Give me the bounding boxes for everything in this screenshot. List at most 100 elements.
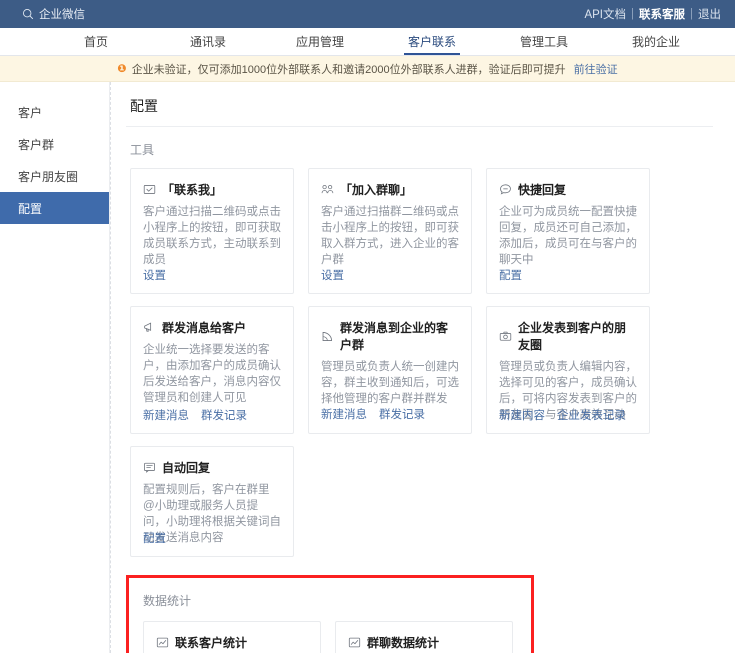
brand-label: 企业微信	[39, 9, 85, 21]
nav-label: 客户联系	[407, 35, 456, 49]
card-links: 配置	[499, 267, 522, 283]
camera-icon	[499, 330, 512, 343]
nav-label: 应用管理	[295, 35, 344, 49]
verification-notice-bar: ❶ 企业未验证，仅可添加1000位外部联系人和邀请2000位外部联系人进群，验证…	[0, 56, 735, 82]
configure-link[interactable]: 配置	[499, 267, 522, 283]
card-links: 新建消息 群发记录	[321, 406, 459, 422]
card-header: 「加入群聊」	[321, 181, 459, 198]
card-title: 群发消息给客户	[162, 321, 247, 335]
tools-section-label: 工具	[130, 143, 155, 157]
sidebar-item-customer-group[interactable]: 客户群	[0, 128, 109, 160]
topbar-links: API文档 | 联系客服 | 退出	[584, 6, 721, 22]
card-links: 设置	[321, 267, 459, 283]
sidebar-item-label: 客户朋友圈	[18, 169, 79, 184]
card-publish-to-customer-moments[interactable]: 企业发表到客户的朋友圈 管理员或负责人编辑内容，选择可见的客户，成员确认后，可将…	[486, 306, 650, 434]
statistics-card-grid: 联系客户统计 可查看成员联系客户的行为数据，包括成员聊天数、发送消息数等 进入	[141, 621, 519, 653]
card-title: 企业发表到客户的朋友圈	[518, 321, 627, 352]
mass-send-records-link[interactable]: 群发记录	[379, 406, 425, 422]
card-quick-reply[interactable]: 快捷回复 企业可为成员统一配置快捷回复，成员还可自己添加，添加后，成员可在与客户…	[486, 168, 650, 294]
publish-records-link[interactable]: 企业发表记录	[557, 407, 626, 423]
statistics-section-label: 数据统计	[143, 594, 192, 608]
title-divider	[126, 126, 713, 127]
nav-label: 我的企业	[631, 35, 680, 49]
configure-link[interactable]: 配置	[143, 530, 166, 546]
card-customer-contact-statistics[interactable]: 联系客户统计 可查看成员联系客户的行为数据，包括成员聊天数、发送消息数等 进入	[143, 621, 321, 653]
card-mass-message-to-customers[interactable]: 群发消息给客户 企业统一选择要发送的客户，由添加客户的成员确认后发送给客户，消息…	[130, 306, 294, 434]
mass-send-records-link[interactable]: 群发记录	[201, 407, 247, 423]
card-links: 新建内容 企业发表记录	[499, 407, 626, 423]
body-wrapper: 客户 客户群 客户朋友圈 配置 配置 工具 「联系我」 客户通过扫描二维码或点击…	[0, 82, 735, 653]
contact-support-link[interactable]: 联系客服	[639, 6, 685, 22]
card-links: 设置	[143, 267, 281, 283]
card-title: 快捷回复	[518, 183, 567, 197]
card-header: 群发消息给客户	[143, 319, 281, 336]
sidebar-item-customer[interactable]: 客户	[0, 96, 109, 128]
contact-card-icon	[143, 183, 156, 196]
logout-link[interactable]: 退出	[698, 6, 721, 22]
card-title: 联系客户统计	[175, 636, 248, 650]
card-mass-message-to-groups[interactable]: 群发消息到企业的客户群 管理员或负责人统一创建内容，群主收到通知后，可选择他管理…	[308, 306, 472, 434]
sidebar-item-configuration[interactable]: 配置	[0, 192, 109, 224]
card-description: 管理员或负责人统一创建内容，群主收到通知后，可选择他管理的客户群并群发	[321, 361, 459, 405]
new-content-link[interactable]: 新建内容	[499, 407, 545, 423]
card-header: 快捷回复	[499, 181, 637, 198]
card-group-chat-statistics[interactable]: 群聊数据统计 可查看客户群的相关数据，包括群聊总数、群成员总数、群聊消息总数等 …	[335, 621, 513, 653]
card-header: 联系客户统计	[156, 634, 308, 651]
card-join-group-chat[interactable]: 「加入群聊」 客户通过扫描群二维码或点击小程序上的按钮，即可获取入群方式，进入企…	[308, 168, 472, 294]
card-header: 企业发表到客户的朋友圈	[499, 319, 637, 353]
main-navigation: 首页 通讯录 应用管理 客户联系 管理工具 我的企业	[0, 28, 735, 56]
page-title: 配置	[130, 98, 158, 114]
go-verify-link[interactable]: 前往验证	[574, 61, 618, 77]
left-sidebar: 客户 客户群 客户朋友圈 配置	[0, 82, 110, 653]
app-root: 企业微信 API文档 | 联系客服 | 退出 首页 通讯录 应用管理 客户联系 …	[0, 0, 735, 653]
card-description: 企业可为成员统一配置快捷回复，成员还可自己添加，添加后，成员可在与客户的聊天中	[499, 206, 637, 266]
card-auto-reply[interactable]: 自动回复 配置规则后，客户在群里@小助理或服务人员提问，小助理将根据关键词自动发…	[130, 446, 294, 557]
card-links: 新建消息 群发记录	[143, 407, 247, 423]
settings-link[interactable]: 设置	[321, 267, 344, 283]
sidebar-item-label: 配置	[18, 201, 43, 216]
chat-bubble-search-icon	[22, 8, 35, 21]
card-header: 「联系我」	[143, 181, 281, 198]
card-description: 企业统一选择要发送的客户，由添加客户的成员确认后发送给客户，消息内容仅管理员和创…	[143, 344, 281, 404]
quick-reply-icon	[499, 183, 512, 196]
card-contact-me[interactable]: 「联系我」 客户通过扫描二维码或点击小程序上的按钮，即可获取成员联系方式，主动联…	[130, 168, 294, 294]
card-header: 自动回复	[143, 459, 281, 476]
card-description: 客户通过扫描二维码或点击小程序上的按钮，即可获取成员联系方式，主动联系到成员	[143, 206, 281, 266]
brand-logo[interactable]: 企业微信	[22, 6, 85, 22]
new-message-link[interactable]: 新建消息	[321, 406, 367, 422]
link-separator: |	[690, 8, 693, 20]
nav-tab-home[interactable]: 首页	[40, 28, 152, 55]
chart-line-icon	[156, 636, 169, 649]
megaphone-icon	[143, 321, 156, 334]
tools-card-grid: 「联系我」 客户通过扫描二维码或点击小程序上的按钮，即可获取成员联系方式，主动联…	[126, 168, 713, 557]
notice-text: 企业未验证，仅可添加1000位外部联系人和邀请2000位外部联系人进群，验证后即…	[131, 63, 566, 76]
card-header: 群聊数据统计	[348, 634, 500, 651]
link-separator: |	[631, 8, 634, 20]
new-message-link[interactable]: 新建消息	[143, 407, 189, 423]
sidebar-item-label: 客户群	[18, 137, 55, 152]
data-statistics-section: 数据统计 联系客户统计 可查看成员联系客户的行为数据，包括成员聊天数、发送消息数…	[126, 575, 534, 653]
nav-tab-my-enterprise[interactable]: 我的企业	[600, 28, 712, 55]
group-people-icon	[321, 183, 334, 196]
broadcast-icon	[321, 330, 334, 343]
card-title: 群发消息到企业的客户群	[340, 321, 449, 352]
content-divider	[110, 82, 111, 653]
card-title: 「加入群聊」	[340, 183, 413, 197]
top-bar: 企业微信 API文档 | 联系客服 | 退出	[0, 0, 735, 28]
nav-tab-customer-contact[interactable]: 客户联系	[376, 28, 488, 55]
card-title: 「联系我」	[162, 183, 223, 197]
settings-link[interactable]: 设置	[143, 267, 166, 283]
card-title: 群聊数据统计	[367, 636, 440, 650]
card-description: 客户通过扫描群二维码或点击小程序上的按钮，即可获取入群方式，进入企业的客户群	[321, 206, 459, 266]
nav-tab-management-tools[interactable]: 管理工具	[488, 28, 600, 55]
chart-line-icon	[348, 636, 361, 649]
nav-label: 首页	[83, 35, 108, 49]
nav-tab-contacts[interactable]: 通讯录	[152, 28, 264, 55]
card-title: 自动回复	[162, 461, 211, 475]
sidebar-item-customer-moments[interactable]: 客户朋友圈	[0, 160, 109, 192]
main-content: 配置 工具 「联系我」 客户通过扫描二维码或点击小程序上的按钮，即可获取成员联系…	[110, 82, 735, 653]
auto-reply-icon	[143, 461, 156, 474]
nav-label: 管理工具	[519, 35, 568, 49]
nav-tab-app-management[interactable]: 应用管理	[264, 28, 376, 55]
api-docs-link[interactable]: API文档	[584, 6, 626, 22]
